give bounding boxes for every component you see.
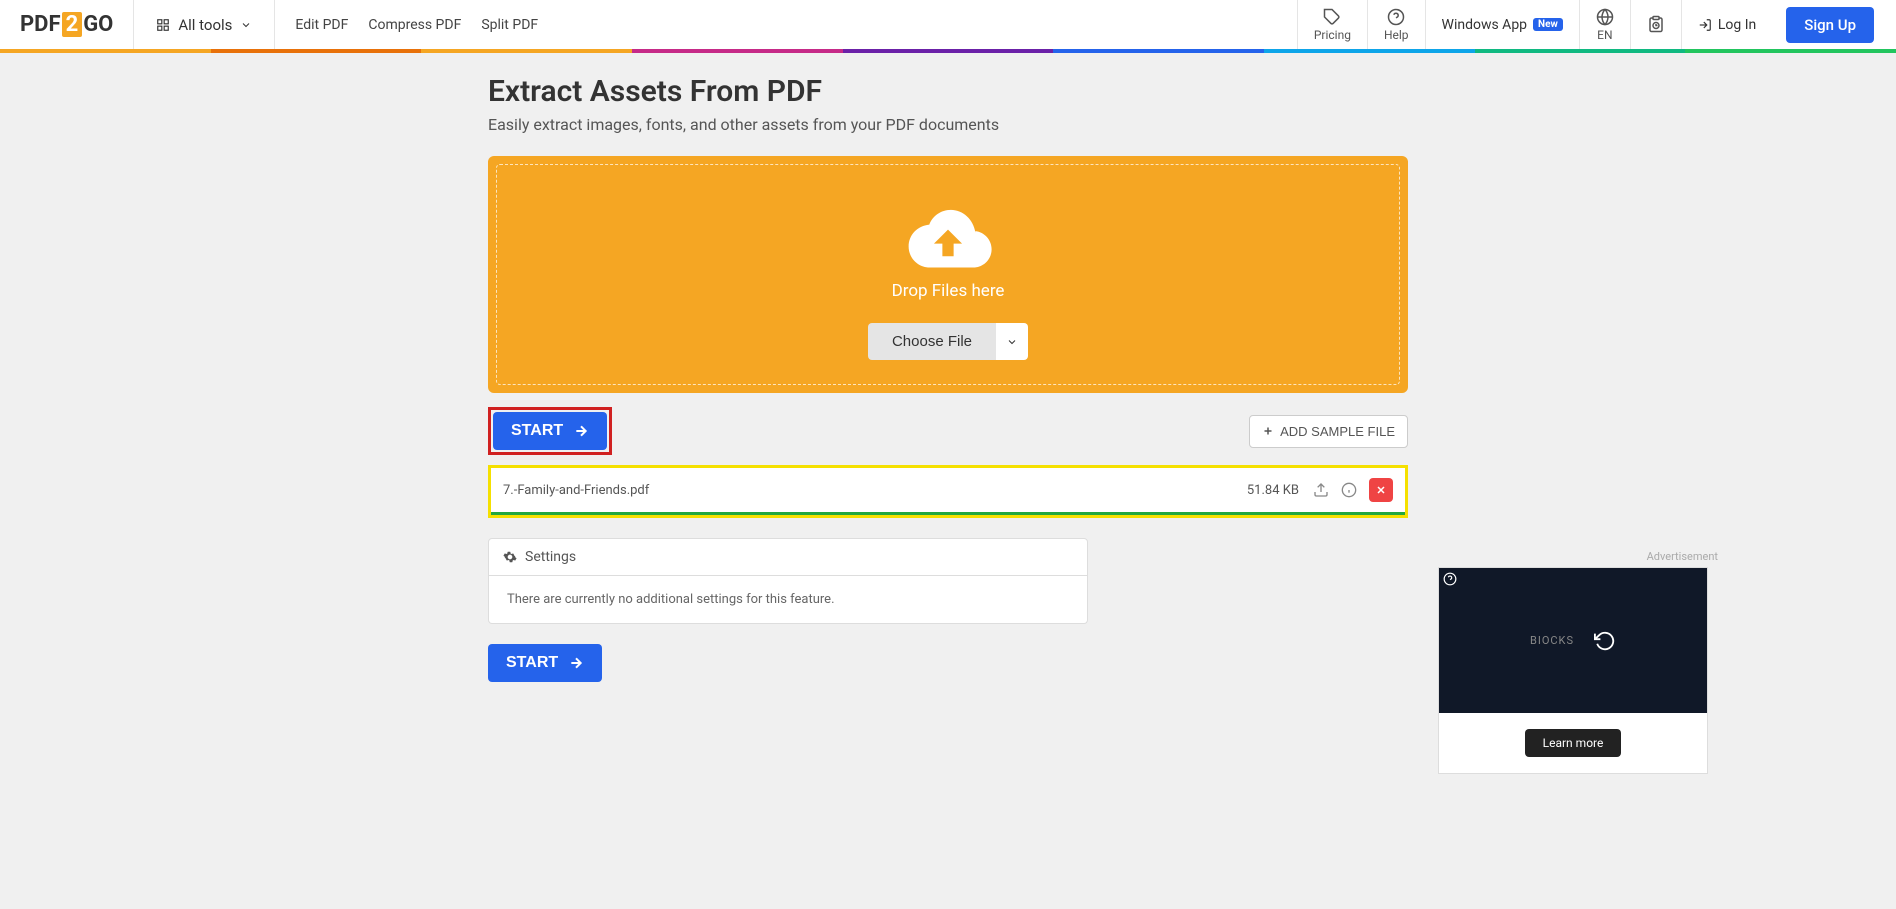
signup-label: Sign Up: [1804, 16, 1856, 34]
help-link[interactable]: Help: [1367, 0, 1425, 49]
login-icon: [1698, 18, 1712, 32]
ad-top: BIOCKS: [1439, 568, 1707, 713]
action-row: START ADD SAMPLE FILE: [488, 407, 1408, 455]
file-name: 7.-Family-and-Friends.pdf: [503, 483, 1247, 498]
start-button-highlight: START: [488, 407, 612, 455]
logo-text-go: GO: [83, 12, 113, 37]
file-delete-button[interactable]: [1369, 478, 1393, 502]
start-label: START: [506, 654, 558, 672]
logo-text-2: 2: [62, 12, 83, 37]
language-selector[interactable]: EN: [1579, 0, 1630, 49]
pricing-label: Pricing: [1314, 28, 1351, 42]
start-button[interactable]: START: [493, 412, 607, 450]
tag-icon: [1323, 8, 1341, 26]
close-icon: [1375, 484, 1387, 496]
ad-box[interactable]: BIOCKS Learn more: [1438, 567, 1708, 774]
file-info-icon[interactable]: [1341, 482, 1357, 498]
plus-icon: [1262, 425, 1274, 437]
login-link[interactable]: Log In: [1681, 0, 1772, 49]
settings-body: There are currently no additional settin…: [488, 576, 1088, 624]
file-size: 51.84 KB: [1247, 483, 1299, 498]
page-subtitle: Easily extract images, fonts, and other …: [488, 115, 1408, 134]
start-label: START: [511, 422, 563, 440]
file-row: 7.-Family-and-Friends.pdf 51.84 KB: [491, 468, 1405, 515]
page-title: Extract Assets From PDF: [488, 74, 1408, 109]
settings-panel: Settings There are currently no addition…: [488, 538, 1088, 624]
choose-file-button[interactable]: Choose File: [868, 323, 996, 360]
dropzone-inner: Drop Files here Choose File: [496, 164, 1400, 385]
chevron-down-icon: [240, 19, 252, 31]
replay-icon[interactable]: [1594, 630, 1616, 652]
new-badge: New: [1533, 18, 1563, 31]
drop-text: Drop Files here: [892, 281, 1005, 301]
globe-icon: [1596, 8, 1614, 26]
ad-info-icon[interactable]: [1443, 572, 1457, 586]
nav-compress-pdf[interactable]: Compress PDF: [368, 17, 461, 33]
arrow-right-icon: [573, 423, 589, 439]
chevron-down-icon: [1006, 336, 1018, 348]
header-right: Pricing Help Windows App New EN Log In S…: [1297, 0, 1896, 49]
nav-edit-pdf[interactable]: Edit PDF: [295, 17, 348, 33]
clipboard-history[interactable]: [1630, 0, 1681, 49]
ad-label: Advertisement: [1438, 550, 1718, 563]
settings-label: Settings: [525, 549, 576, 565]
nav-split-pdf[interactable]: Split PDF: [481, 17, 538, 33]
choose-file-dropdown[interactable]: [996, 323, 1028, 360]
gears-icon: [503, 550, 517, 564]
arrow-right-icon: [568, 655, 584, 671]
windows-app-label: Windows App: [1442, 17, 1528, 33]
file-download-icon[interactable]: [1313, 482, 1329, 498]
ad-brand: BIOCKS: [1530, 634, 1574, 647]
windows-app-link[interactable]: Windows App New: [1425, 0, 1579, 49]
main-content: Extract Assets From PDF Easily extract i…: [488, 50, 1408, 706]
ad-cta-button[interactable]: Learn more: [1525, 729, 1622, 757]
advertisement-sidebar: Advertisement BIOCKS Learn more: [1438, 550, 1718, 774]
settings-header: Settings: [488, 538, 1088, 576]
header-bar: PDF2GO All tools Edit PDF Compress PDF S…: [0, 0, 1896, 50]
file-row-highlight: 7.-Family-and-Friends.pdf 51.84 KB: [488, 465, 1408, 518]
pricing-link[interactable]: Pricing: [1297, 0, 1367, 49]
add-sample-button[interactable]: ADD SAMPLE FILE: [1249, 415, 1408, 448]
cloud-upload-icon: [903, 203, 993, 273]
logo-text-pdf: PDF: [20, 12, 61, 37]
grid-icon: [156, 18, 170, 32]
start-button-bottom[interactable]: START: [488, 644, 602, 682]
ad-bottom: Learn more: [1439, 713, 1707, 773]
all-tools-dropdown[interactable]: All tools: [134, 0, 275, 49]
signup-button[interactable]: Sign Up: [1786, 7, 1874, 43]
help-label: Help: [1384, 28, 1409, 42]
language-label: EN: [1597, 28, 1612, 42]
login-label: Log In: [1718, 17, 1756, 33]
dropzone[interactable]: Drop Files here Choose File: [488, 156, 1408, 393]
logo[interactable]: PDF2GO: [0, 0, 134, 49]
clipboard-icon: [1647, 15, 1665, 33]
nav-links: Edit PDF Compress PDF Split PDF: [275, 17, 558, 33]
add-sample-label: ADD SAMPLE FILE: [1280, 424, 1395, 439]
all-tools-label: All tools: [178, 16, 232, 34]
choose-file-group: Choose File: [868, 323, 1028, 360]
help-icon: [1387, 8, 1405, 26]
